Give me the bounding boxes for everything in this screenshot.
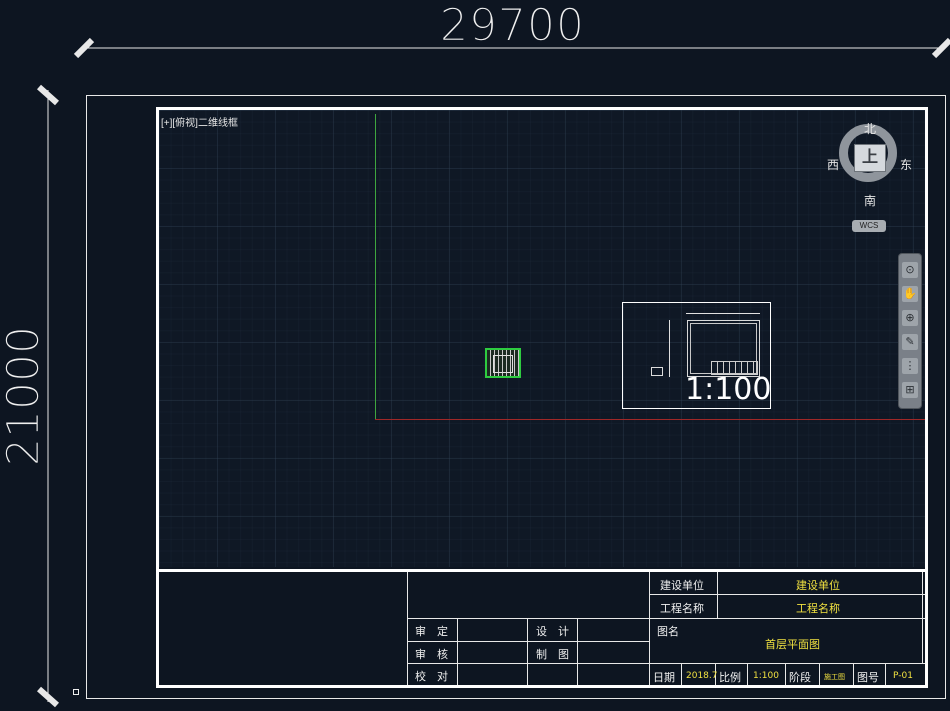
sheet-preview-dimension-top: [686, 313, 760, 314]
title-block: 建设单位 建设单位 工程名称 工程名称 图名 首层平面图 审 定 审 核 校 对…: [159, 569, 925, 685]
date-label: 日期: [653, 671, 675, 684]
nav-menu-icon[interactable]: ⊞: [902, 382, 918, 398]
x-axis-line: [375, 419, 925, 420]
number-value: P-01: [893, 671, 913, 681]
client-value: 建设单位: [796, 579, 840, 592]
sheet-preview-block[interactable]: 1:100: [622, 302, 771, 409]
tb-divider: [577, 618, 578, 685]
tb-divider: [649, 594, 925, 595]
tb-divider: [681, 663, 682, 685]
tb-divider: [922, 572, 923, 618]
compass-west[interactable]: 西: [827, 156, 839, 173]
date-value: 2018.7: [686, 671, 718, 681]
tb-divider: [527, 618, 528, 685]
scale-value: 1:100: [753, 671, 779, 681]
review-label: 审 核: [415, 648, 448, 661]
tb-divider: [407, 663, 649, 664]
draft-label: 制 图: [536, 648, 569, 661]
tb-divider: [407, 641, 649, 642]
scale-label: 比例: [719, 671, 741, 684]
viewport-controls-label[interactable]: [+][俯视]二维线框: [161, 114, 238, 129]
project-label: 工程名称: [660, 602, 704, 615]
height-dimension-label: 21000: [0, 326, 49, 467]
number-label: 图号: [857, 671, 879, 684]
check-label: 校 对: [415, 670, 448, 683]
zoom-icon[interactable]: ⊕: [902, 310, 918, 326]
layout-viewport[interactable]: [+][俯视]二维线框 上 北 南 西 东 WCS ⊙ ✋ ⊕ ✎ ⋮ ⊞ 1:…: [159, 110, 925, 567]
width-dimension-label: 29700: [440, 0, 585, 51]
y-axis-line: [375, 114, 376, 420]
design-label: 设 计: [536, 625, 569, 638]
showmotion-icon[interactable]: ⋮: [902, 358, 918, 374]
tb-divider: [885, 663, 886, 685]
viewcube-top-face[interactable]: 上: [854, 144, 886, 172]
scale-text: 1:100: [685, 372, 772, 407]
tb-divider: [407, 618, 925, 619]
tb-divider: [853, 663, 854, 685]
tb-divider: [649, 663, 925, 664]
tb-divider: [785, 663, 786, 685]
tb-divider: [717, 572, 718, 618]
steering-wheel-icon[interactable]: ⊙: [902, 262, 918, 278]
sheet-preview-dimension-left: [669, 320, 670, 377]
navigation-bar[interactable]: ⊙ ✋ ⊕ ✎ ⋮ ⊞: [898, 253, 922, 409]
tb-divider: [649, 572, 650, 685]
drawing-name-label: 图名: [657, 625, 679, 638]
drawing-name-value: 首层平面图: [765, 638, 820, 651]
wcs-button[interactable]: WCS: [852, 220, 886, 232]
tb-divider: [747, 663, 748, 685]
tb-divider: [457, 618, 458, 685]
stage-label: 阶段: [789, 671, 811, 684]
tb-divider: [819, 663, 820, 685]
stage-value: 施工图: [824, 673, 845, 681]
project-value: 工程名称: [796, 602, 840, 615]
tb-divider: [922, 618, 923, 663]
compass-north[interactable]: 北: [864, 120, 876, 137]
pan-icon[interactable]: ✋: [902, 286, 918, 302]
sheet-preview-marker: [651, 367, 663, 376]
compass-south[interactable]: 南: [864, 192, 876, 209]
orbit-icon[interactable]: ✎: [902, 334, 918, 350]
tb-divider: [407, 572, 408, 685]
compass-east[interactable]: 东: [900, 156, 912, 173]
corner-marker: [73, 689, 79, 695]
client-label: 建设单位: [660, 579, 704, 592]
floor-plan-drawing[interactable]: [485, 348, 521, 378]
approve-label: 审 定: [415, 625, 448, 638]
